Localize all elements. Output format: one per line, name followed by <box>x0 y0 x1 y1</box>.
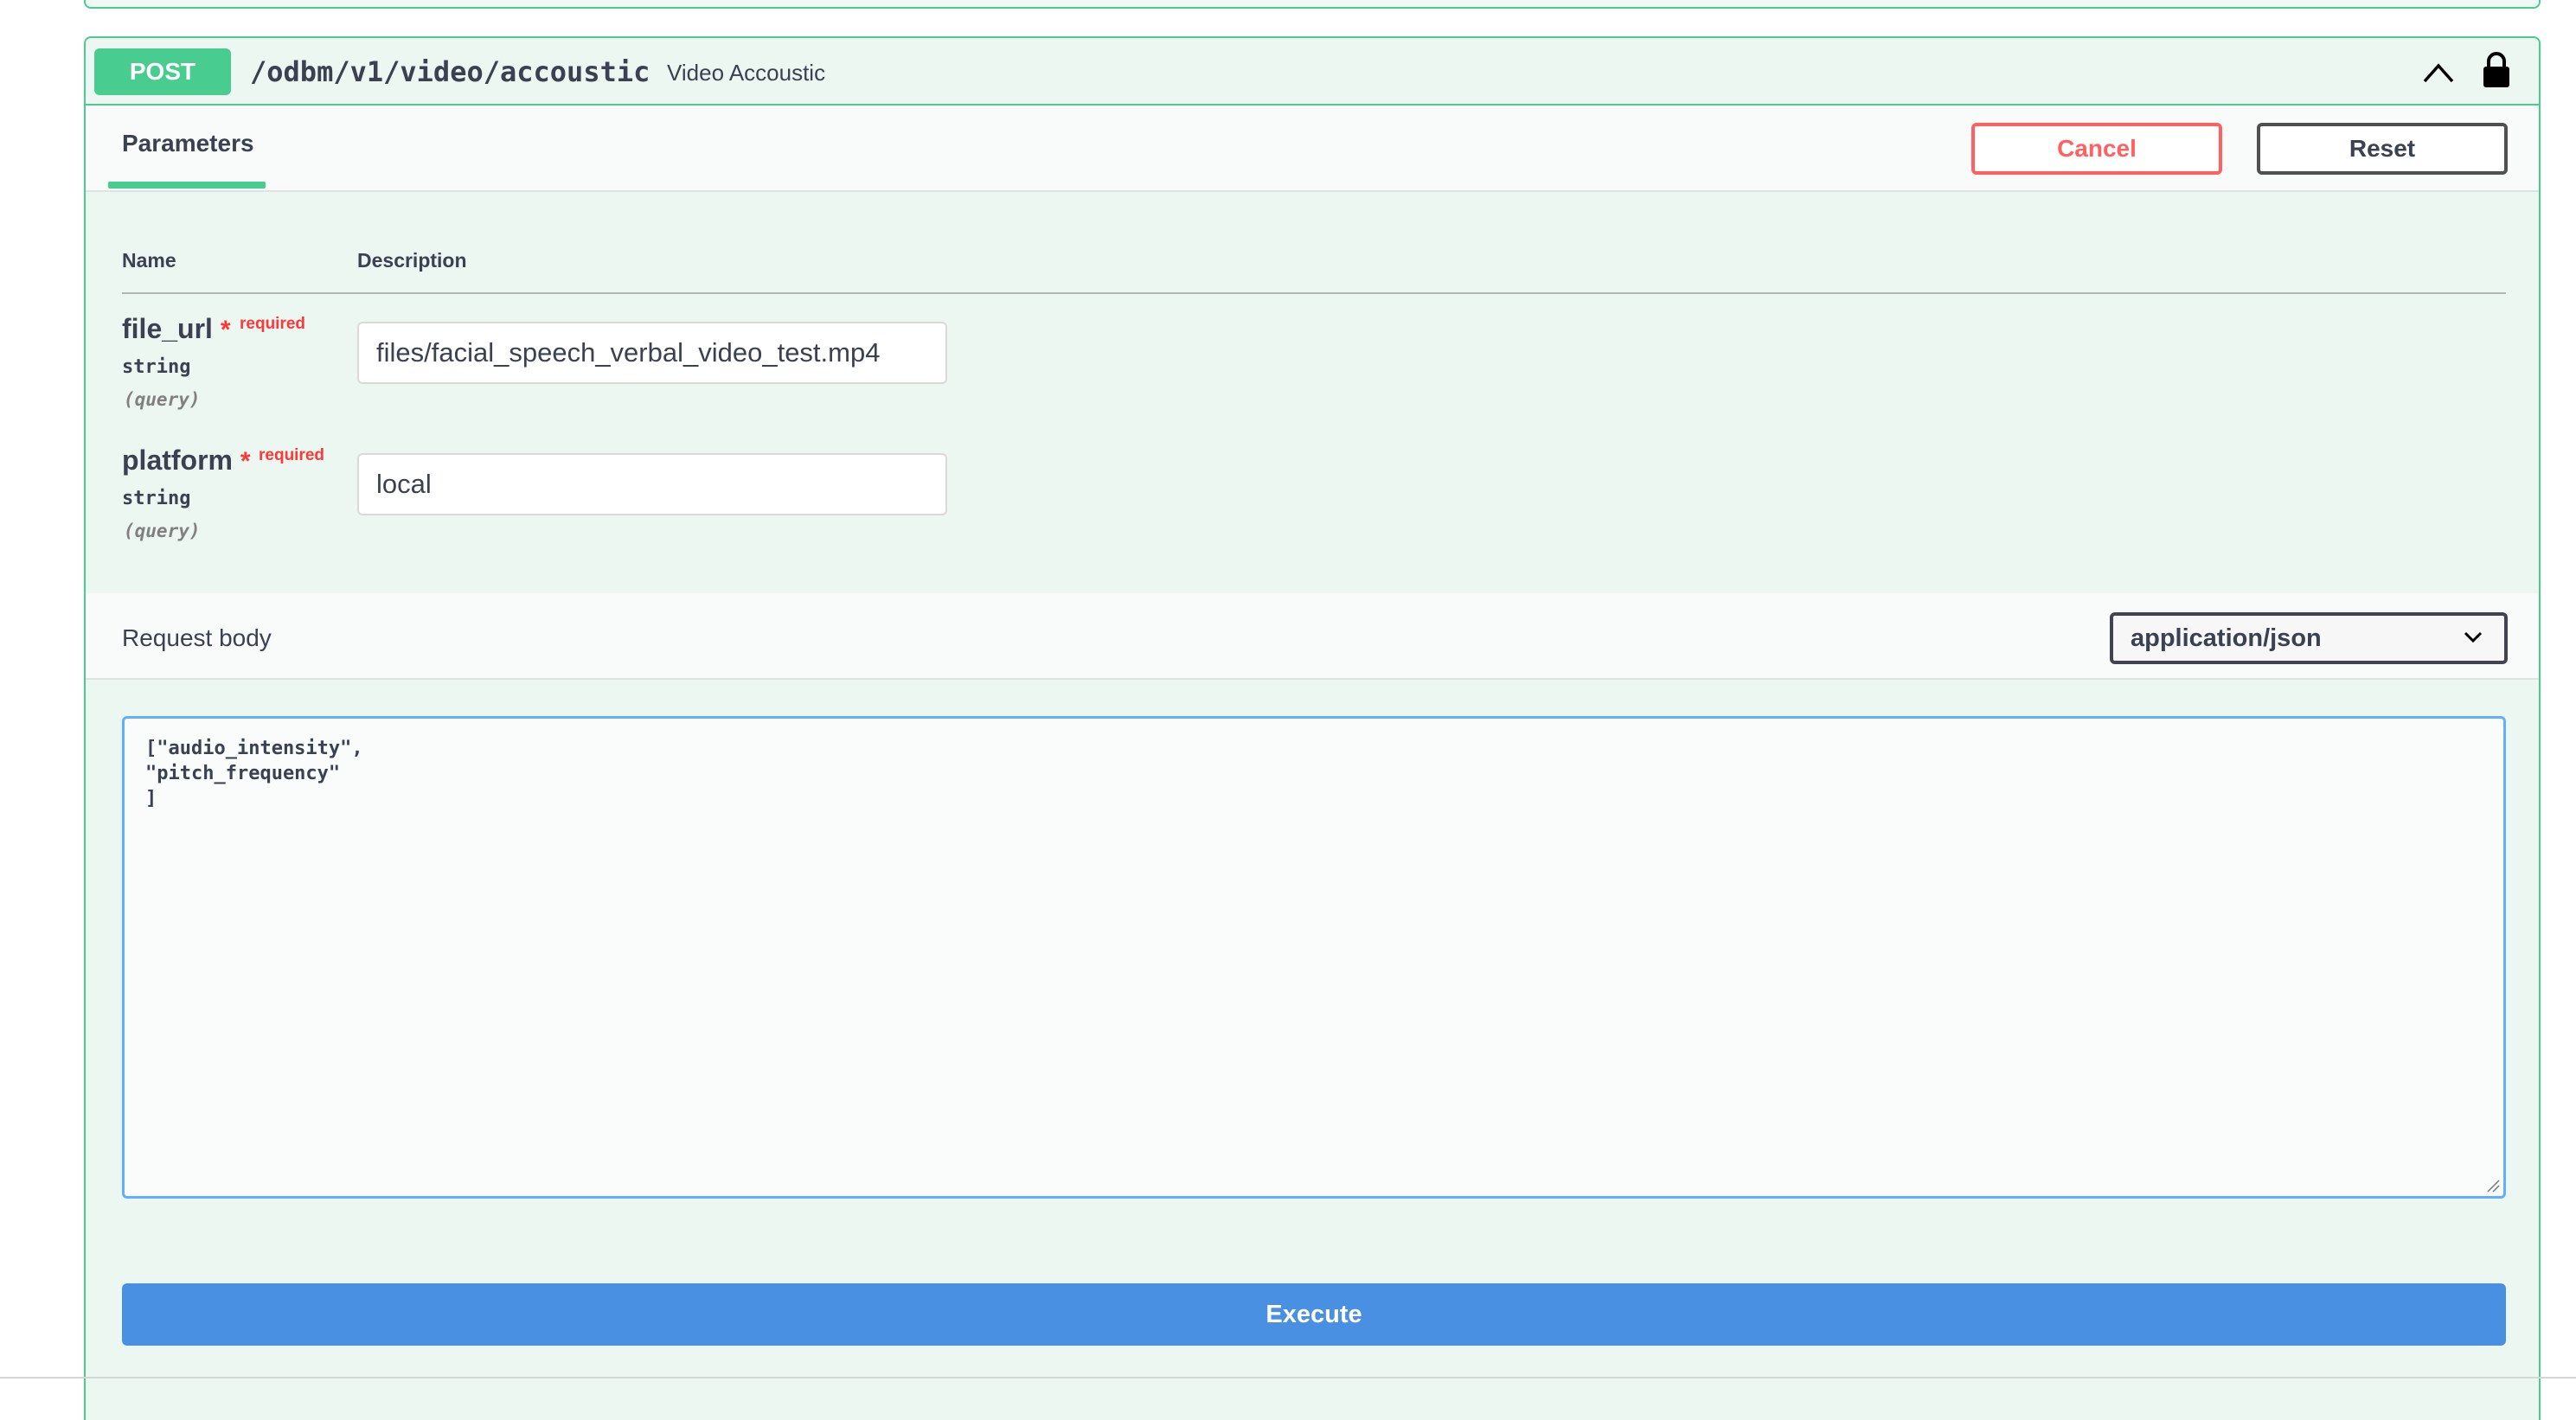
param-location: (query) <box>124 521 201 541</box>
chevron-up-icon[interactable] <box>2421 61 2456 85</box>
previous-operation-block <box>84 0 2541 9</box>
param-name-label: platform <box>122 445 233 476</box>
tab-active-indicator <box>108 182 266 189</box>
column-header-name: Name <box>122 249 176 272</box>
request-body-text: ["audio_intensity", "pitch_frequency" ] <box>145 738 363 809</box>
operation-summary-text: Video Accoustic <box>667 60 826 86</box>
param-name-file-url: file_url * <box>122 313 231 345</box>
tab-parameters[interactable]: Parameters <box>122 130 254 157</box>
param-type: string <box>122 488 191 509</box>
required-star: * <box>240 447 251 476</box>
method-badge: POST <box>94 48 231 95</box>
execute-button[interactable]: Execute <box>122 1283 2506 1346</box>
required-label: required <box>240 315 306 333</box>
operation-block-post: POST /odbm/v1/video/accoustic Video Acco… <box>84 36 2541 1420</box>
param-type: string <box>122 356 191 378</box>
content-type-select[interactable]: application/json <box>2110 612 2508 664</box>
reset-button[interactable]: Reset <box>2257 123 2508 175</box>
resize-handle-icon[interactable] <box>2486 1179 2500 1193</box>
request-body-label: Request body <box>122 624 272 651</box>
operation-summary[interactable]: POST /odbm/v1/video/accoustic Video Acco… <box>86 38 2539 106</box>
column-header-description: Description <box>357 249 467 272</box>
chevron-down-icon <box>2464 631 2483 643</box>
lock-icon[interactable] <box>2482 52 2511 88</box>
param-name-label: file_url <box>122 313 213 344</box>
content-type-value: application/json <box>2131 624 2322 652</box>
page-divider <box>0 1377 2576 1378</box>
platform-input[interactable]: local <box>357 453 947 515</box>
param-name-platform: platform * <box>122 445 251 477</box>
param-location: (query) <box>124 389 201 410</box>
parameters-tab-bar: Parameters Cancel Reset <box>86 106 2539 192</box>
operation-path: /odbm/v1/video/accoustic <box>250 55 650 88</box>
cancel-button[interactable]: Cancel <box>1971 123 2222 175</box>
file-url-input[interactable]: files/facial_speech_verbal_video_test.mp… <box>357 322 947 384</box>
required-star: * <box>220 316 231 344</box>
request-body-editor[interactable]: ["audio_intensity", "pitch_frequency" ] <box>122 716 2506 1199</box>
table-header-divider <box>122 292 2506 294</box>
required-label: required <box>259 446 325 464</box>
request-body-header: Request body application/json <box>86 593 2539 680</box>
